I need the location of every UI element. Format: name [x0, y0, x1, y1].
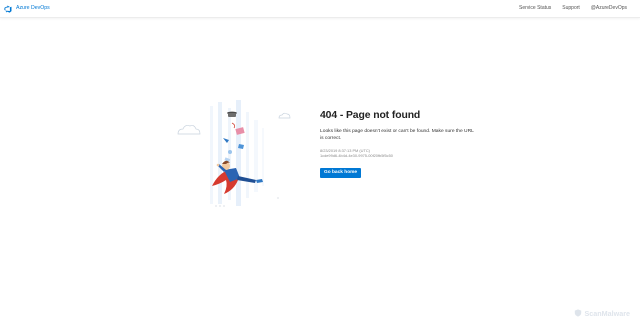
light-beams: [210, 100, 264, 206]
go-back-home-button[interactable]: Go back home: [320, 168, 362, 179]
floating-objects: [223, 111, 245, 162]
page-title: 404 - Page not found: [320, 110, 421, 121]
twitter-handle-link[interactable]: @AzureDevOps: [591, 3, 627, 14]
error-content: 404 - Page not found Looks like this pag…: [320, 110, 480, 179]
cloud-right: [278, 112, 291, 119]
error-metadata: 8/23/2019 8:37:13 PM (UTC) 1cde99d6-4b4d…: [320, 148, 480, 158]
lost-developer-illustration: [172, 98, 296, 210]
support-link[interactable]: Support: [562, 3, 580, 14]
watermark-text: ScanMalware: [584, 308, 630, 318]
activity-id: 1cde99d6-4b4d-4e30-9975-00f20fb5f5c50: [320, 153, 393, 159]
service-status-link[interactable]: Service Status: [519, 3, 551, 14]
error-message: Looks like this page doesn't exist or ca…: [320, 129, 474, 141]
cloud-left: [177, 125, 201, 135]
top-navigation-bar: Azure DevOps Service Status Support @Azu…: [0, 0, 640, 18]
azure-devops-logo-icon: [4, 5, 12, 13]
watermark: ScanMalware: [574, 304, 630, 322]
brand-link[interactable]: Azure DevOps: [4, 3, 50, 14]
watermark-logo-icon: [574, 304, 582, 322]
brand-name: Azure DevOps: [16, 5, 50, 11]
header-nav: Service Status Support @AzureDevOps: [508, 3, 627, 14]
